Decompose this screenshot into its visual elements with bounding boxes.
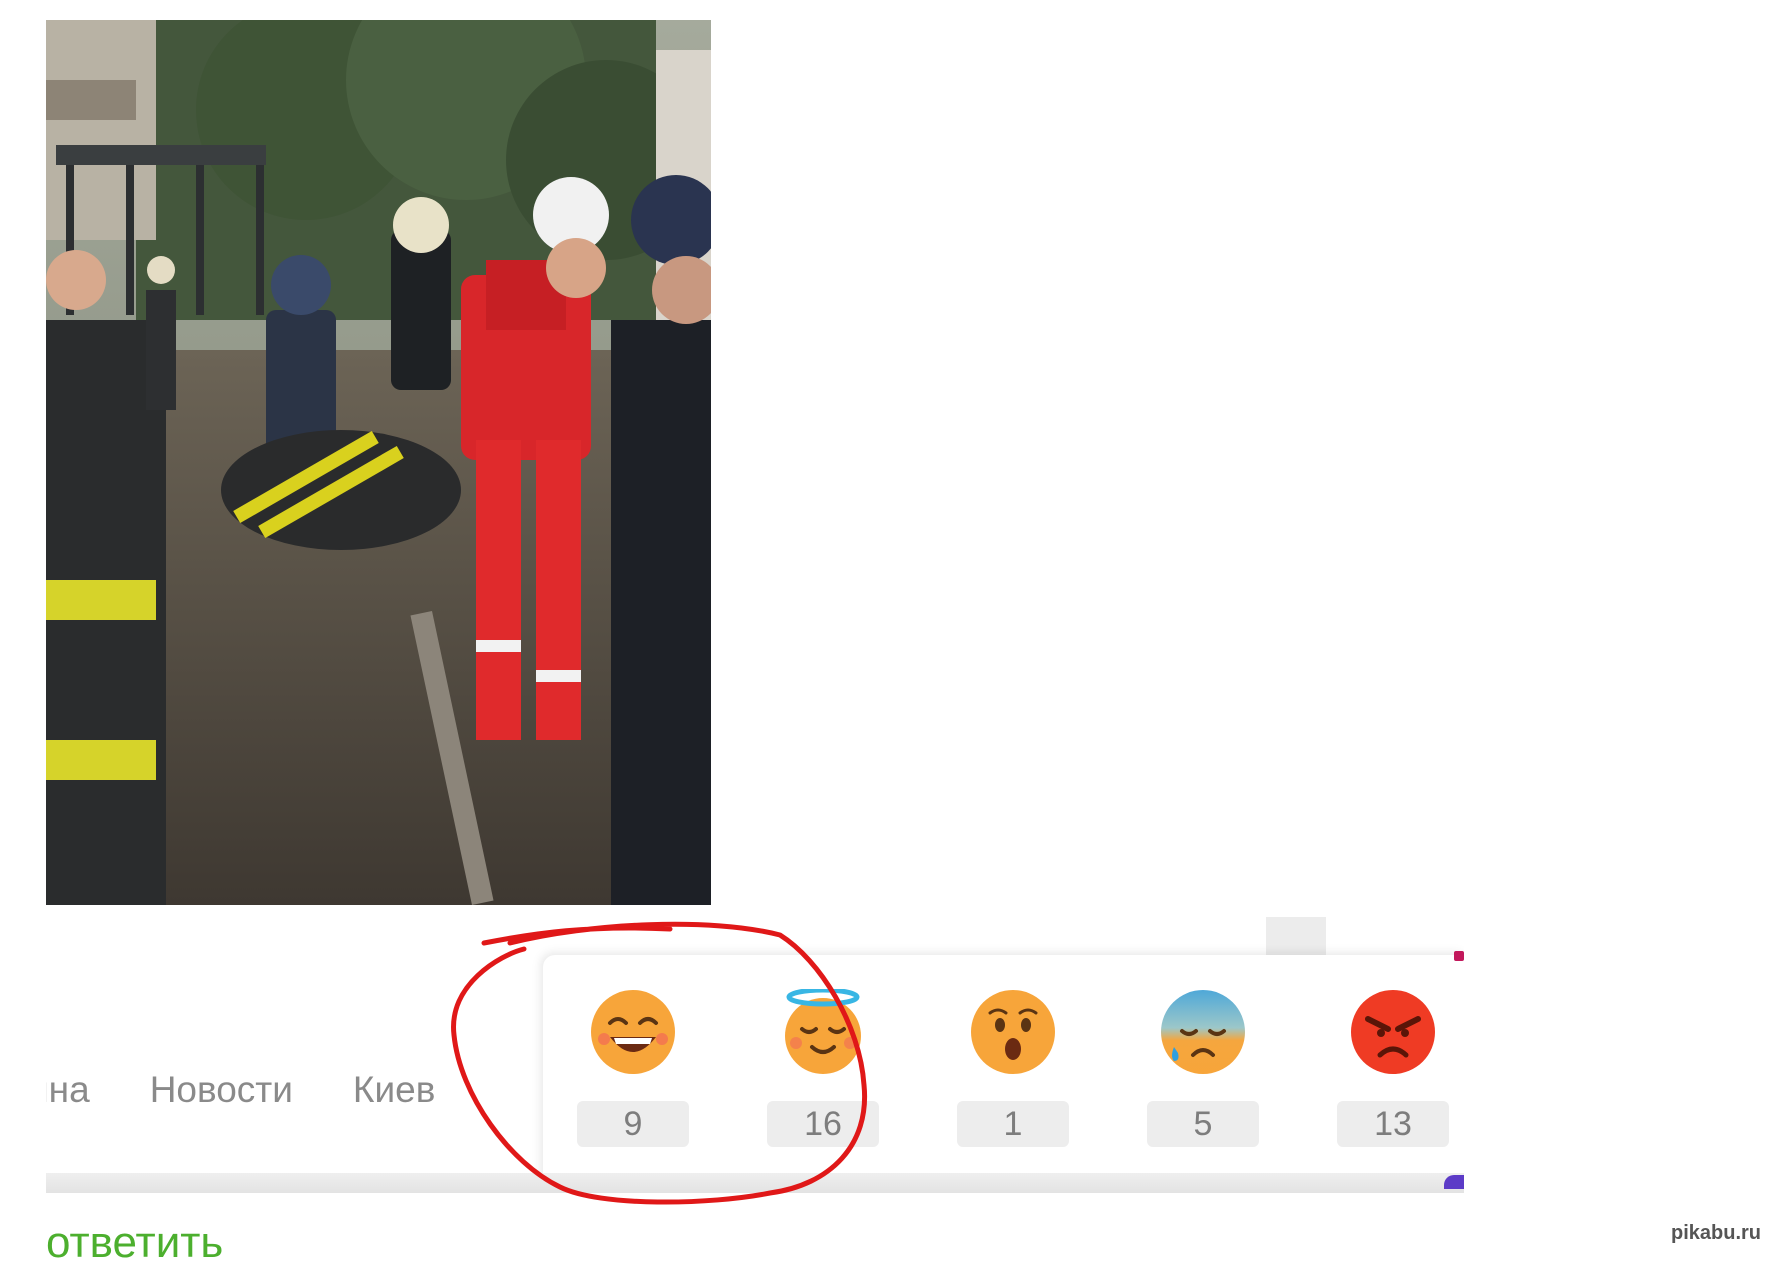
reaction-count: 16 (767, 1101, 879, 1147)
reaction-count: 5 (1147, 1101, 1259, 1147)
laughing-face-icon (591, 990, 675, 1074)
rescue-scene-image (46, 20, 711, 906)
edge-mark (1444, 1175, 1464, 1189)
tooltip-backdrop-tab (1266, 917, 1326, 957)
surprised-face-icon (971, 990, 1055, 1074)
angry-face-icon (1351, 990, 1435, 1074)
reactions-popup: 9 16 1 5 13 (543, 955, 1464, 1191)
reaction-sad[interactable]: 5 (1147, 989, 1259, 1147)
post-footer-strip: ина Новости Киев 9 (46, 905, 1464, 1193)
reaction-list: 9 16 1 5 13 (577, 989, 1449, 1147)
reaction-count: 1 (957, 1101, 1069, 1147)
halo-face-icon (785, 989, 861, 1074)
reaction-count: 13 (1337, 1101, 1449, 1147)
reaction-angry[interactable]: 13 (1337, 989, 1449, 1147)
footer-bar (46, 1173, 1464, 1193)
reaction-surprised[interactable]: 1 (957, 989, 1069, 1147)
tag-list: ина Новости Киев (46, 1055, 435, 1125)
site-watermark: pikabu.ru (1670, 1222, 1761, 1244)
reaction-count: 9 (577, 1101, 689, 1147)
sad-sweat-face-icon (1161, 990, 1245, 1074)
reaction-laughing[interactable]: 9 (577, 989, 689, 1147)
tag-item[interactable]: Киев (353, 1069, 435, 1111)
post-photo[interactable] (46, 20, 711, 906)
reaction-halo[interactable]: 16 (767, 989, 879, 1147)
reply-link[interactable]: ответить (46, 1218, 223, 1268)
edge-mark (1454, 951, 1464, 961)
tag-item[interactable]: Новости (150, 1069, 293, 1111)
tag-item[interactable]: ина (46, 1069, 90, 1111)
